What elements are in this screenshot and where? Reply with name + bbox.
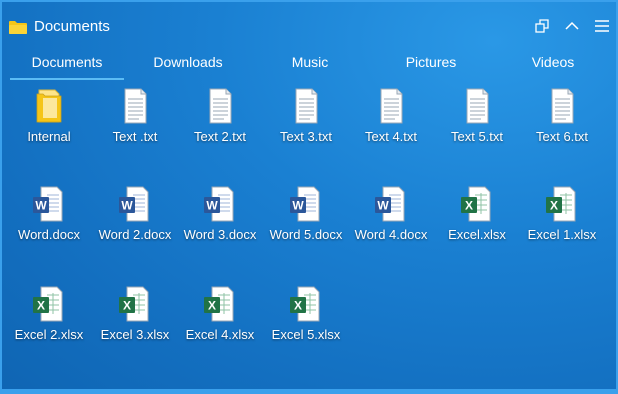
tab-bar: Documents Downloads Music Pictures Video… (10, 50, 610, 80)
file-label: Excel 2.xlsx (14, 327, 84, 342)
file-item[interactable]: W Word 2.docx (92, 186, 178, 244)
file-item[interactable]: X Excel 3.xlsx (92, 286, 178, 344)
file-label: Text .txt (112, 129, 158, 144)
file-item[interactable]: X Excel 1.xlsx (519, 186, 605, 244)
file-item[interactable]: X Excel.xlsx (434, 186, 520, 244)
excel-spreadsheet-icon: X (542, 186, 582, 222)
excel-spreadsheet-icon: X (286, 286, 326, 322)
excel-spreadsheet-icon: X (115, 286, 155, 322)
file-label: Word 4.docx (354, 227, 428, 242)
file-item[interactable]: X Excel 2.xlsx (6, 286, 92, 344)
file-label: Word 2.docx (98, 227, 172, 242)
file-item[interactable]: X Excel 4.xlsx (177, 286, 263, 344)
file-item[interactable]: Text 4.txt (348, 88, 434, 146)
file-label: Text 6.txt (535, 129, 589, 144)
svg-text:W: W (206, 199, 218, 213)
svg-text:X: X (294, 299, 302, 313)
word-document-icon: W (29, 186, 69, 222)
file-label: Excel 4.xlsx (185, 327, 255, 342)
file-item[interactable]: X Excel 5.xlsx (263, 286, 349, 344)
svg-text:W: W (121, 199, 133, 213)
file-item[interactable]: W Word.docx (6, 186, 92, 244)
text-file-icon (542, 88, 582, 124)
tab-downloads[interactable]: Downloads (131, 50, 245, 78)
file-item[interactable]: W Word 3.docx (177, 186, 263, 244)
svg-text:W: W (35, 199, 47, 213)
window-title: Documents (34, 18, 110, 35)
word-document-icon: W (286, 186, 326, 222)
title-bar: Documents (2, 2, 616, 48)
svg-text:X: X (208, 299, 216, 313)
text-file-icon (371, 88, 411, 124)
tab-pictures[interactable]: Pictures (374, 50, 488, 78)
file-label: Word 5.docx (269, 227, 343, 242)
file-item[interactable]: Text 3.txt (263, 88, 349, 146)
text-file-icon (200, 88, 240, 124)
word-document-icon: W (371, 186, 411, 222)
file-label: Excel 5.xlsx (271, 327, 341, 342)
svg-text:X: X (123, 299, 131, 313)
file-label: Word.docx (18, 227, 80, 242)
word-document-icon: W (200, 186, 240, 222)
file-item[interactable]: W Word 4.docx (348, 186, 434, 244)
svg-text:X: X (465, 199, 473, 213)
folder-icon (29, 88, 69, 124)
restore-icon[interactable] (534, 18, 550, 34)
chevron-up-icon[interactable] (564, 18, 580, 34)
svg-text:X: X (37, 299, 45, 313)
file-item[interactable]: Text 5.txt (434, 88, 520, 146)
file-item[interactable]: Internal (6, 88, 92, 146)
file-label: Excel 1.xlsx (527, 227, 597, 242)
file-item[interactable]: Text .txt (92, 88, 178, 146)
word-document-icon: W (115, 186, 155, 222)
file-label: Internal (27, 129, 71, 144)
file-label: Word 3.docx (183, 227, 257, 242)
svg-text:X: X (550, 199, 558, 213)
menu-icon[interactable] (594, 18, 610, 34)
explorer-window: Documents Documents Downloads Music Pict… (0, 0, 618, 394)
tab-videos[interactable]: Videos (496, 50, 610, 78)
file-label: Excel.xlsx (448, 227, 506, 242)
file-item[interactable]: Text 2.txt (177, 88, 263, 146)
svg-text:W: W (292, 199, 304, 213)
file-label: Text 3.txt (279, 129, 333, 144)
tab-documents[interactable]: Documents (10, 50, 124, 80)
file-item[interactable]: W Word 5.docx (263, 186, 349, 244)
folder-icon (9, 20, 27, 39)
text-file-icon (457, 88, 497, 124)
file-label: Text 5.txt (450, 129, 504, 144)
file-label: Text 2.txt (193, 129, 247, 144)
tab-music[interactable]: Music (253, 50, 367, 78)
window-border-bottom (2, 389, 616, 392)
file-label: Text 4.txt (364, 129, 418, 144)
excel-spreadsheet-icon: X (457, 186, 497, 222)
excel-spreadsheet-icon: X (200, 286, 240, 322)
text-file-icon (115, 88, 155, 124)
svg-text:W: W (377, 199, 389, 213)
file-label: Excel 3.xlsx (100, 327, 170, 342)
text-file-icon (286, 88, 326, 124)
file-item[interactable]: Text 6.txt (519, 88, 605, 146)
file-grid: Internal Text .txt Text 2.txt Text 3.txt Tex… (2, 88, 616, 388)
excel-spreadsheet-icon: X (29, 286, 69, 322)
